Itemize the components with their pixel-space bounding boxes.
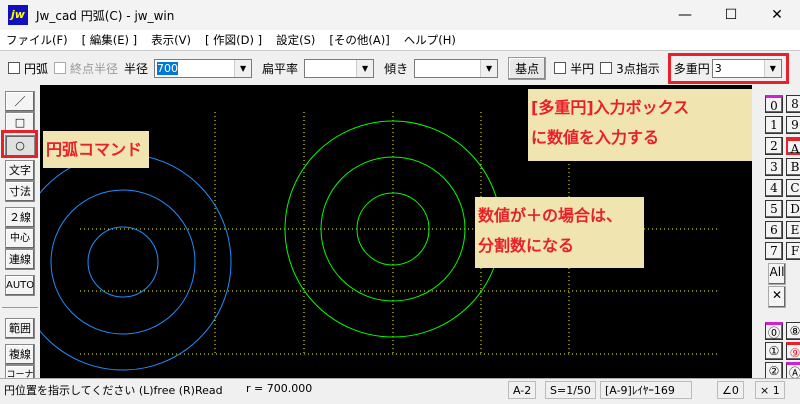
tool-dimension[interactable]: 寸法 [5,181,35,202]
status-paper[interactable]: A-2 [508,381,537,399]
layer-button-9[interactable]: 9 [786,116,800,134]
group-button-0[interactable]: ⓪ [765,322,783,340]
layer-button-A[interactable]: A [786,137,800,156]
group-button-8[interactable]: ⑧ [786,322,800,340]
chevron-down-icon[interactable]: ▼ [480,59,498,77]
circle[interactable] [87,226,159,298]
layer-button-C[interactable]: C [786,179,800,197]
half-circle-checkbox[interactable] [554,62,567,74]
blue-circles [40,153,232,371]
layer-button-B[interactable]: B [786,158,800,176]
menu-file[interactable]: ファイル(F) [6,32,68,48]
tool-auto[interactable]: AUTO [5,275,35,296]
drawing-canvas[interactable]: 円弧コマンド [多重円]入力ボックス に数値を入力する 数値が＋の場合は、 分割… [40,85,752,378]
all-layers-button[interactable]: All [768,263,786,285]
app-logo: jw [8,5,28,25]
tool-center-line[interactable]: 中心線 [5,228,35,263]
chevron-down-icon[interactable]: ▼ [356,59,374,77]
tool-line[interactable]: ／ [5,91,35,112]
layer-button-7[interactable]: 7 [765,242,783,260]
status-scale[interactable]: S=1/50 [545,381,596,399]
layer-button-F[interactable]: F [786,242,800,260]
tool-offset[interactable]: 複線 [5,344,35,365]
base-point-button[interactable]: 基点 [508,56,547,80]
circle[interactable] [50,189,196,335]
chevron-down-icon[interactable]: ▼ [234,59,252,77]
layer-button-4[interactable]: 4 [765,179,783,197]
highlight-frame [668,53,789,84]
annotation-line: [多重円]入力ボックス [531,98,690,117]
annotation-arc-command: 円弧コマンド [43,131,149,168]
close-button[interactable]: ✕ [754,0,800,30]
status-message: 円位置を指示してください (L)free (R)Read [4,384,223,397]
status-angle[interactable]: ∠0 [717,381,744,399]
menu-help[interactable]: ヘルプ(H) [404,32,456,48]
layer-button-3[interactable]: 3 [765,158,783,176]
arc-checkbox[interactable] [8,62,20,74]
layer-button-6[interactable]: 6 [765,221,783,239]
layer-button-0[interactable]: 0 [765,95,783,113]
annotation-multi-box: [多重円]入力ボックス に数値を入力する [528,89,752,161]
layer-button-2[interactable]: 2 [765,137,783,155]
layer-button-D[interactable]: D [786,200,800,218]
group-button-1[interactable]: ① [765,342,783,360]
status-layer[interactable]: [A-9]ﾚｲﾔｰ169 [600,381,692,399]
menu-edit[interactable]: [ 編集(E) ] [82,32,138,48]
menu-bar: ファイル(F) [ 編集(E) ] 表示(V) [ 作図(D) ] 設定(S) … [0,30,800,51]
menu-draw[interactable]: [ 作図(D) ] [205,32,262,48]
layer-cross-button[interactable]: ✕ [768,286,786,308]
half-circle-label: 半円 [570,61,595,76]
layer-panel: 0 8 1 9 2 A 3 B 4 C 5 D 6 E 7 F All ✕ ⓪ ⑧ ① ⑨ ② Ⓐ [752,85,800,380]
status-zoom[interactable]: × 1 [755,381,785,399]
radius-combo[interactable]: 700 ▼ [154,58,253,78]
divider [2,307,38,308]
three-point-label: 3点指示 [616,61,660,76]
annotation-positive: 数値が＋の場合は、 分割数になる [475,197,644,268]
arc-label: 円弧 [24,61,49,76]
tool-palette: ／ □ ○ 文字 寸法 ２線 中心線 連線 AUTO 範囲 複線 コーナー [0,85,40,399]
annotation-line: 分割数になる [478,236,575,255]
status-bar: 円位置を指示してください (L)free (R)Read r = 700.000… [0,378,800,400]
menu-other[interactable]: [その他(A)] [329,32,389,48]
end-radius-label: 終点半径 [70,61,119,76]
tilt-combo[interactable]: ▼ [414,58,499,78]
status-radius: r = 700.000 [246,382,313,395]
menu-settings[interactable]: 設定(S) [276,32,315,48]
highlight-frame [1,130,38,158]
end-radius-checkbox [54,62,67,74]
annotation-line: に数値を入力する [531,128,660,147]
annotation-line: 数値が＋の場合は、 [478,206,623,225]
tool-double-line[interactable]: ２線 [5,207,35,228]
layer-button-5[interactable]: 5 [765,200,783,218]
radius-value: 700 [157,61,179,75]
menu-view[interactable]: 表示(V) [151,32,191,48]
tool-range[interactable]: 範囲 [5,318,35,339]
radius-label: 半径 [124,61,149,76]
tool-connect-line[interactable]: 連線 [5,249,35,270]
layer-button-1[interactable]: 1 [765,116,783,134]
maximize-button[interactable]: ☐ [708,0,754,30]
minimize-button[interactable]: — [662,0,708,30]
circle[interactable] [40,153,232,371]
tool-text[interactable]: 文字 [5,160,35,181]
tilt-label: 傾き [384,61,409,76]
flatness-label: 扁平率 [262,61,299,76]
group-button-9[interactable]: ⑨ [786,342,800,360]
layer-button-E[interactable]: E [786,221,800,239]
window-title: Jw_cad 円弧(C) - jw_win [36,8,175,23]
three-point-checkbox[interactable] [600,62,613,74]
title-bar: jw Jw_cad 円弧(C) - jw_win — ☐ ✕ [0,0,800,30]
layer-button-8[interactable]: 8 [786,95,800,113]
flatness-combo[interactable]: ▼ [304,58,375,78]
